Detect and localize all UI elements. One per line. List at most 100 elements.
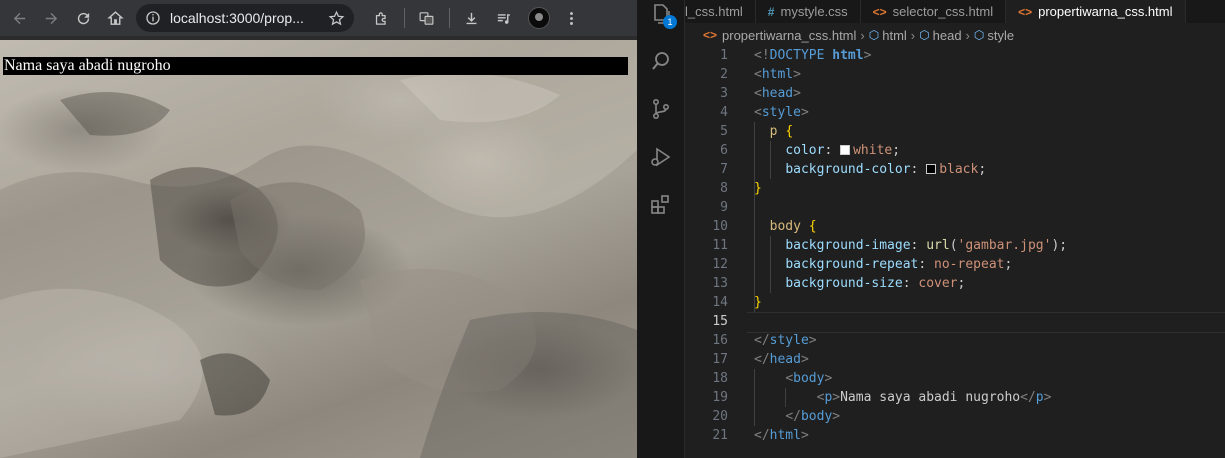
line-number: 2 bbox=[720, 67, 728, 82]
reload-icon bbox=[77, 12, 89, 24]
code-text: <html> bbox=[754, 67, 801, 82]
line-number: 11 bbox=[712, 238, 728, 253]
vscode-window: 1 l_css.html # mystyle.css <> selector_c… bbox=[637, 0, 1225, 458]
color-swatch bbox=[926, 164, 937, 174]
extensions-icon[interactable] bbox=[649, 193, 673, 217]
code-line[interactable]: 6 color: white; bbox=[685, 141, 1225, 160]
run-debug-icon[interactable] bbox=[649, 145, 673, 169]
forward-button[interactable] bbox=[38, 5, 64, 31]
code-line[interactable]: 1 <!DOCTYPE html> bbox=[685, 46, 1225, 65]
source-control-icon[interactable] bbox=[649, 97, 673, 121]
code-text: background-color: black; bbox=[785, 162, 987, 177]
line-number: 10 bbox=[712, 219, 728, 234]
arrow-left-icon bbox=[13, 12, 25, 24]
line-number: 7 bbox=[720, 162, 728, 177]
code-line[interactable]: 14} bbox=[685, 293, 1225, 312]
code-text: <body> bbox=[785, 371, 833, 386]
line-number: 20 bbox=[712, 409, 728, 424]
tab-label: l_css.html bbox=[685, 4, 743, 19]
address-bar[interactable]: localhost:3000/prop... bbox=[136, 4, 354, 32]
code-line[interactable]: 20 </body> bbox=[685, 407, 1225, 426]
search-icon[interactable] bbox=[649, 49, 673, 73]
extensions-button[interactable] bbox=[368, 5, 394, 31]
home-icon bbox=[106, 10, 124, 25]
editor-tabs: l_css.html # mystyle.css <> selector_css… bbox=[685, 0, 1225, 23]
media-button[interactable] bbox=[490, 5, 516, 31]
browser-menu-button[interactable] bbox=[558, 5, 584, 31]
page-viewport: Nama saya abadi nugroho bbox=[0, 40, 637, 458]
code-text: background-repeat: no-repeat; bbox=[785, 257, 1013, 272]
code-line[interactable]: 4 <style> bbox=[685, 103, 1225, 122]
breadcrumb: <> propertiwarna_css.html › ⬡ html › ⬡ h… bbox=[703, 25, 1014, 45]
element-icon: ⬡ bbox=[973, 28, 985, 42]
bookmark-star-icon[interactable] bbox=[328, 10, 345, 27]
back-button[interactable] bbox=[6, 5, 32, 31]
arrow-right-icon bbox=[45, 12, 57, 24]
code-line[interactable]: 5 p { bbox=[685, 122, 1225, 141]
sand-background-image bbox=[0, 40, 637, 458]
puzzle-icon bbox=[375, 11, 386, 25]
url-text: localhost:3000/prop... bbox=[170, 10, 304, 26]
reload-button[interactable] bbox=[70, 5, 96, 31]
code-line[interactable]: 19 <p>Nama saya abadi nugroho</p> bbox=[685, 388, 1225, 407]
code-line[interactable]: 8} bbox=[685, 179, 1225, 198]
line-number: 18 bbox=[712, 371, 728, 386]
line-number: 17 bbox=[712, 352, 728, 367]
line-number: 15 bbox=[712, 314, 728, 329]
code-line[interactable]: 10 body { bbox=[685, 217, 1225, 236]
breadcrumb-html[interactable]: html bbox=[882, 28, 907, 43]
tab-selector-css-html[interactable]: <> selector_css.html bbox=[861, 0, 1007, 23]
line-number: 3 bbox=[720, 86, 728, 101]
home-button[interactable] bbox=[102, 5, 128, 31]
code-text: } bbox=[754, 295, 762, 310]
code-line[interactable]: 15 bbox=[685, 312, 1225, 333]
code-line[interactable]: 3 <head> bbox=[685, 84, 1225, 103]
code-text: background-size: cover; bbox=[785, 276, 966, 291]
css-file-icon: # bbox=[767, 4, 775, 19]
tab-l-css-html[interactable]: l_css.html bbox=[685, 0, 756, 23]
playlist-icon bbox=[497, 13, 510, 24]
code-line[interactable]: 13 background-size: cover; bbox=[685, 274, 1225, 293]
explorer-icon[interactable]: 1 bbox=[649, 2, 677, 29]
element-icon: ⬡ bbox=[919, 28, 930, 42]
code-text: <!DOCTYPE html> bbox=[754, 48, 872, 63]
code-line[interactable]: 17 </head> bbox=[685, 350, 1225, 369]
code-text: </style> bbox=[754, 333, 817, 348]
code-line[interactable]: 18 <body> bbox=[685, 369, 1225, 388]
breadcrumb-file[interactable]: propertiwarna_css.html bbox=[722, 28, 856, 43]
tab-mystyle-css[interactable]: # mystyle.css bbox=[756, 0, 861, 23]
html-file-icon: <> bbox=[1018, 4, 1033, 19]
browser-window: localhost:3000/prop... Nama saya abadi n… bbox=[0, 0, 637, 458]
breadcrumb-head[interactable]: head bbox=[933, 28, 962, 43]
translate-button[interactable] bbox=[413, 5, 439, 31]
line-number: 14 bbox=[712, 295, 728, 310]
element-icon: ⬡ bbox=[868, 28, 880, 42]
code-line[interactable]: 16 </style> bbox=[685, 331, 1225, 350]
tab-label: mystyle.css bbox=[780, 4, 848, 19]
chevron-right-icon: › bbox=[965, 27, 970, 43]
code-line[interactable]: 7 background-color: black; bbox=[685, 160, 1225, 179]
code-editor[interactable]: 1 <!DOCTYPE html> 2 <html> 3 <head> 4 <style> 5 … bbox=[685, 45, 1225, 458]
code-line[interactable]: 21 </html> bbox=[685, 426, 1225, 445]
indent-guide bbox=[754, 122, 755, 312]
code-line[interactable]: 11 background-image: url('gambar.jpg'); bbox=[685, 236, 1225, 255]
code-text: color: white; bbox=[785, 143, 901, 158]
profile-avatar[interactable] bbox=[528, 7, 550, 29]
download-icon bbox=[466, 12, 476, 24]
toolbar-divider bbox=[449, 8, 450, 28]
tab-propertiwarna-css-html[interactable]: <> propertiwarna_css.html bbox=[1006, 0, 1186, 23]
downloads-button[interactable] bbox=[458, 5, 484, 31]
browser-toolbar: localhost:3000/prop... bbox=[0, 0, 637, 36]
line-number: 8 bbox=[720, 181, 728, 196]
chevron-right-icon: › bbox=[910, 27, 916, 43]
line-number: 5 bbox=[720, 124, 728, 139]
breadcrumb-style[interactable]: style bbox=[987, 28, 1014, 43]
code-line[interactable]: 12 background-repeat: no-repeat; bbox=[685, 255, 1225, 274]
code-line[interactable]: 2 <html> bbox=[685, 65, 1225, 84]
code-line[interactable]: 9 bbox=[685, 198, 1225, 217]
line-number: 12 bbox=[712, 257, 728, 272]
notification-badge: 1 bbox=[663, 15, 677, 29]
toolbar-divider bbox=[404, 8, 405, 28]
activity-bar: 1 bbox=[637, 0, 685, 458]
info-icon bbox=[146, 11, 160, 25]
